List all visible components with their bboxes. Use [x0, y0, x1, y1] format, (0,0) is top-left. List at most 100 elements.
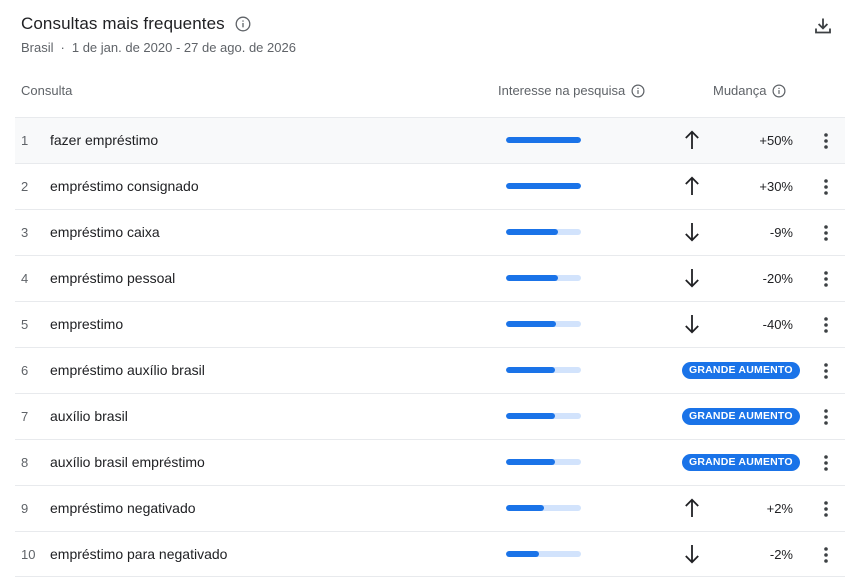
interest-bar — [506, 551, 581, 557]
more-vert-icon — [824, 363, 828, 379]
rank-number: 5 — [21, 317, 29, 332]
more-options-button[interactable] — [816, 176, 836, 198]
more-vert-icon — [824, 455, 828, 471]
more-vert-icon — [824, 225, 828, 241]
more-vert-icon — [824, 133, 828, 149]
query-link[interactable]: empréstimo negativado — [50, 500, 196, 516]
more-vert-icon — [824, 547, 828, 563]
interest-bar — [506, 413, 581, 419]
table-header: Consulta Interesse na pesquisa Mudança — [0, 80, 867, 102]
arrow-up-icon — [682, 175, 702, 197]
arrow-down-icon — [682, 267, 702, 289]
more-options-button[interactable] — [816, 268, 836, 290]
more-options-button[interactable] — [816, 222, 836, 244]
rank-number: 3 — [21, 225, 29, 240]
info-icon[interactable] — [772, 83, 786, 98]
table-row[interactable]: 4 empréstimo pessoal -20% — [15, 255, 845, 301]
title-row: Consultas mais frequentes — [21, 14, 251, 34]
query-link[interactable]: empréstimo pessoal — [50, 270, 175, 286]
panel-subtitle: Brasil · 1 de jan. de 2020 - 27 de ago. de… — [21, 40, 296, 55]
top-queries-panel: Consultas mais frequentes Brasil · 1 de ja… — [0, 0, 867, 582]
rank-number: 2 — [21, 179, 29, 194]
table-row[interactable]: 6 empréstimo auxílio brasil GRANDE AUMENTO — [15, 347, 845, 393]
interest-bar-fill — [506, 229, 558, 235]
column-header-interest-label: Interesse na pesquisa — [498, 83, 626, 98]
arrow-down-icon — [682, 221, 702, 243]
more-options-button[interactable] — [816, 360, 836, 382]
more-options-button[interactable] — [816, 452, 836, 474]
table-row[interactable]: 8 auxílio brasil empréstimo GRANDE AUMENTO — [15, 439, 845, 485]
separator-dot: · — [60, 40, 65, 55]
rank-number: 4 — [21, 271, 29, 286]
interest-bar-fill — [506, 413, 555, 419]
more-options-button[interactable] — [816, 498, 836, 520]
change-value: -2% — [769, 547, 793, 562]
table-row[interactable]: 1 fazer empréstimo +50% — [15, 117, 845, 163]
interest-bar-fill — [506, 183, 581, 189]
table-row[interactable]: 5 emprestimo -40% — [15, 301, 845, 347]
change-value: +50% — [759, 133, 793, 148]
more-vert-icon — [824, 501, 828, 517]
change-value: +30% — [759, 179, 793, 194]
info-icon[interactable] — [235, 16, 251, 32]
breakout-badge: GRANDE AUMENTO — [682, 454, 800, 471]
change-value: -40% — [762, 317, 793, 332]
rank-number: 7 — [21, 409, 29, 424]
breakout-badge: GRANDE AUMENTO — [682, 362, 800, 379]
table-row[interactable]: 3 empréstimo caixa -9% — [15, 209, 845, 255]
more-vert-icon — [824, 179, 828, 195]
more-options-button[interactable] — [816, 314, 836, 336]
rank-number: 1 — [21, 133, 29, 148]
panel-title: Consultas mais frequentes — [21, 14, 225, 33]
interest-bar-fill — [506, 505, 545, 511]
change-value: -9% — [769, 225, 793, 240]
interest-bar — [506, 367, 581, 373]
arrow-down-icon — [682, 543, 702, 565]
table-row[interactable]: 7 auxílio brasil GRANDE AUMENTO — [15, 393, 845, 439]
query-link[interactable]: auxílio brasil empréstimo — [50, 454, 205, 470]
interest-bar — [506, 183, 581, 189]
more-vert-icon — [824, 271, 828, 287]
region-label: Brasil — [21, 40, 54, 55]
date-range: 1 de jan. de 2020 - 27 de ago. de 2026 — [71, 40, 296, 55]
interest-bar — [506, 275, 581, 281]
interest-bar-fill — [506, 459, 555, 465]
table-row[interactable]: 2 empréstimo consignado +30% — [15, 163, 845, 209]
query-link[interactable]: empréstimo para negativado — [50, 546, 227, 562]
more-options-button[interactable] — [816, 406, 836, 428]
rank-number: 8 — [21, 455, 29, 470]
arrow-up-icon — [682, 129, 702, 151]
query-link[interactable]: empréstimo auxílio brasil — [50, 362, 205, 378]
queries-table: 1 fazer empréstimo +50% 2 empréstimo consign… — [15, 117, 845, 577]
interest-bar — [506, 459, 581, 465]
interest-bar — [506, 505, 581, 511]
query-link[interactable]: empréstimo consignado — [50, 178, 199, 194]
rank-number: 6 — [21, 363, 29, 378]
arrow-down-icon — [682, 313, 702, 335]
interest-bar-fill — [506, 137, 581, 143]
interest-bar-fill — [506, 275, 558, 281]
query-link[interactable]: emprestimo — [50, 316, 123, 332]
info-icon[interactable] — [631, 83, 645, 98]
interest-bar — [506, 137, 581, 143]
arrow-up-icon — [682, 497, 702, 519]
change-value: +2% — [766, 501, 793, 516]
table-row[interactable]: 10 empréstimo para negativado -2% — [15, 531, 845, 577]
download-button[interactable] — [812, 15, 834, 37]
rank-number: 9 — [21, 501, 29, 516]
change-value: -20% — [762, 271, 793, 286]
interest-bar-fill — [506, 551, 539, 557]
more-vert-icon — [824, 409, 828, 425]
breakout-badge: GRANDE AUMENTO — [682, 408, 800, 425]
interest-bar — [506, 321, 581, 327]
query-link[interactable]: fazer empréstimo — [50, 132, 158, 148]
interest-bar — [506, 229, 581, 235]
table-row[interactable]: 9 empréstimo negativado +2% — [15, 485, 845, 531]
more-options-button[interactable] — [816, 544, 836, 566]
rank-number: 10 — [21, 547, 36, 562]
more-options-button[interactable] — [816, 130, 836, 152]
query-link[interactable]: empréstimo caixa — [50, 224, 160, 240]
interest-bar-fill — [506, 321, 557, 327]
query-link[interactable]: auxílio brasil — [50, 408, 128, 424]
column-header-query: Consulta — [21, 83, 73, 98]
